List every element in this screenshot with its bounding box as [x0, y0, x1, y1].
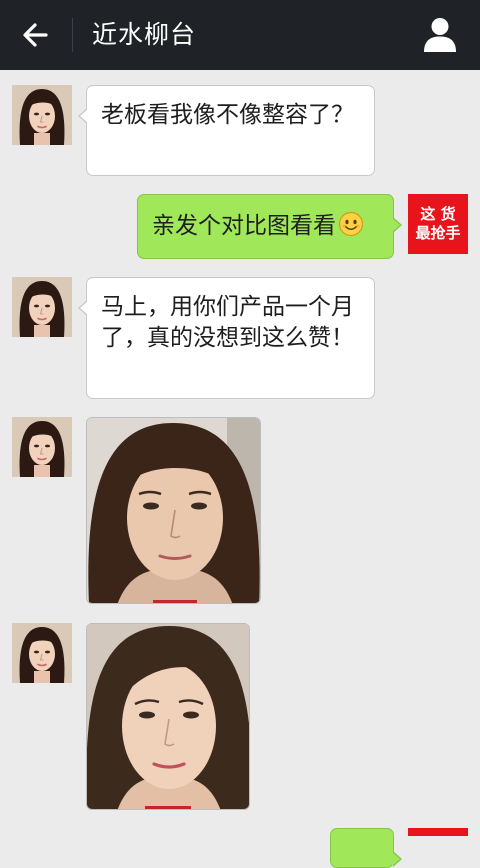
message-text: 马上，用你们产品一个月了，真的没想到这么赞！: [101, 294, 354, 351]
message-text: 老板看我像不像整容了？: [101, 102, 354, 128]
after-face-photo: [87, 624, 249, 809]
smile-emoji-icon: [338, 211, 364, 246]
back-button[interactable]: [14, 15, 58, 55]
chat-title: 近水柳台: [92, 20, 197, 49]
contact-avatar-image: [12, 277, 72, 337]
contact-avatar[interactable]: [12, 417, 72, 477]
self-avatar[interactable]: [408, 828, 468, 836]
outgoing-message-bubble[interactable]: 亲发个对比图看看: [137, 194, 402, 259]
outgoing-message-bubble[interactable]: [330, 828, 402, 868]
self-avatar-line1: 这 货: [420, 205, 456, 223]
contact-avatar-image: [12, 623, 72, 683]
incoming-message-bubble[interactable]: 马上，用你们产品一个月了，真的没想到这么赞！: [78, 277, 375, 399]
before-face-photo: [87, 418, 260, 603]
contact-avatar[interactable]: [12, 277, 72, 337]
incoming-message-bubble[interactable]: 老板看我像不像整容了？: [78, 85, 375, 176]
title-bar: 近水柳台: [0, 0, 480, 70]
message-text: 亲发个对比图看看: [152, 213, 336, 239]
image-message[interactable]: [86, 623, 250, 810]
contact-avatar-image: [12, 417, 72, 477]
back-arrow-icon: [23, 23, 48, 47]
contact-avatar[interactable]: [12, 85, 72, 145]
self-avatar-line2: 最抢手: [415, 224, 461, 242]
contact-avatar[interactable]: [12, 623, 72, 683]
contact-avatar-image: [12, 85, 72, 145]
image-message[interactable]: [86, 417, 261, 604]
title-divider: [72, 18, 73, 52]
self-avatar[interactable]: 这 货 最抢手: [408, 194, 468, 254]
chat-info-button[interactable]: [422, 16, 458, 54]
person-icon: [424, 18, 456, 52]
